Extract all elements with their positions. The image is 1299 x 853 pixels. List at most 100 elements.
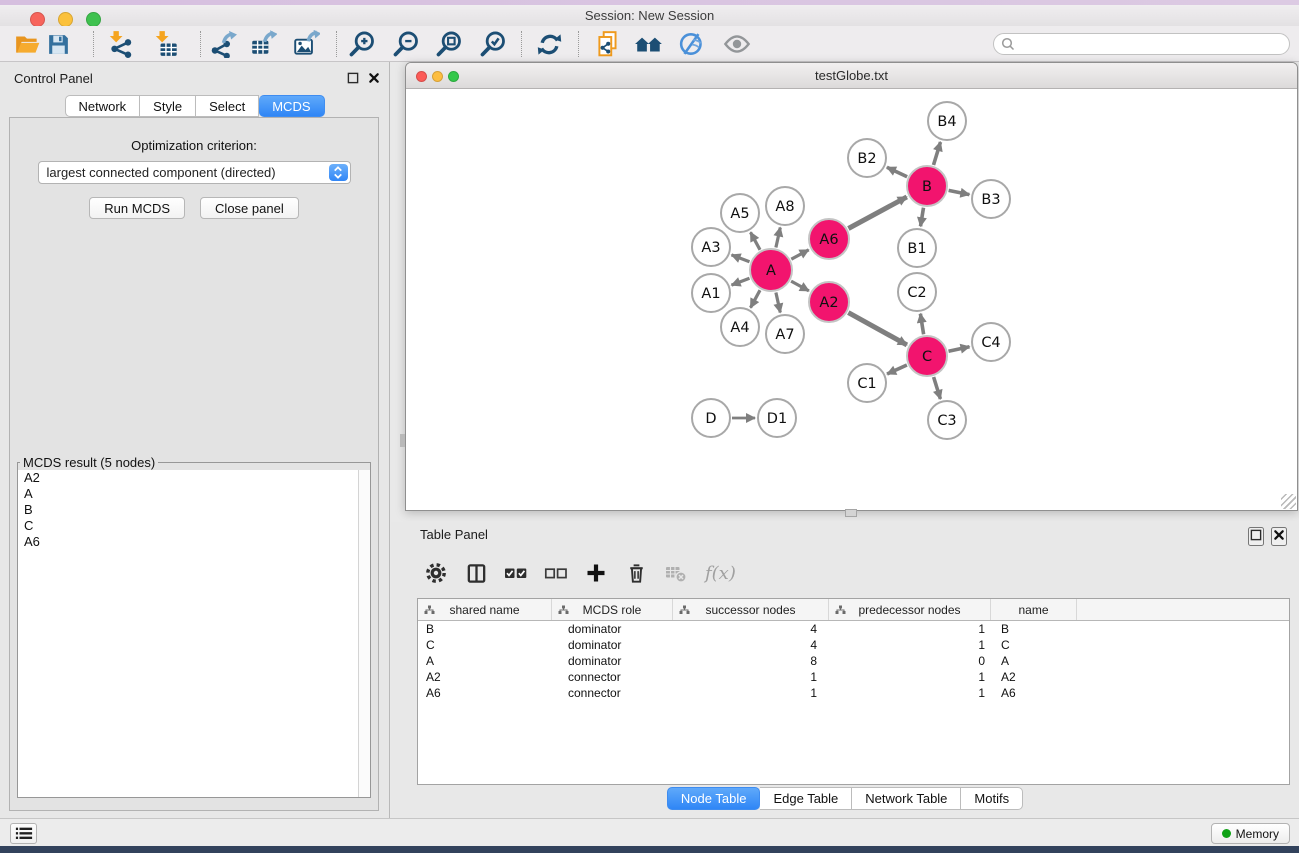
- zoom-fit-button[interactable]: [433, 28, 465, 60]
- unselect-all-button[interactable]: [543, 560, 569, 586]
- mcds-result-item[interactable]: A2: [18, 470, 370, 486]
- column-header-predecessor-nodes[interactable]: predecessor nodes: [829, 599, 991, 620]
- minimize-window-button[interactable]: [58, 12, 73, 27]
- table-settings-button[interactable]: [423, 560, 449, 586]
- graph-edge-B-B3[interactable]: [949, 190, 970, 194]
- function-builder-button[interactable]: f(x): [703, 560, 741, 586]
- export-table-button[interactable]: [247, 28, 279, 60]
- graph-node-label: C: [922, 349, 932, 365]
- graph-edge-A2-C[interactable]: [848, 313, 907, 345]
- export-network-button[interactable]: [207, 28, 239, 60]
- graph-edge-C-C2[interactable]: [920, 314, 923, 335]
- minimize-view-button[interactable]: [432, 71, 443, 82]
- graph-edge-A-A1[interactable]: [732, 278, 750, 285]
- column-header-name[interactable]: name: [991, 599, 1077, 620]
- scrollbar-track[interactable]: [358, 470, 370, 797]
- close-panel-button[interactable]: [367, 71, 381, 85]
- graph-edge-A-A3[interactable]: [732, 255, 750, 262]
- graph-edge-B-B2[interactable]: [887, 167, 907, 176]
- refresh-button[interactable]: [533, 28, 565, 60]
- run-mcds-button[interactable]: Run MCDS: [89, 197, 185, 219]
- tab-node-table[interactable]: Node Table: [667, 787, 761, 810]
- table-cell: connector: [552, 686, 673, 700]
- table-cell: A: [418, 654, 552, 668]
- trash-icon: [625, 562, 648, 585]
- graph-edge-A-A5[interactable]: [751, 232, 761, 250]
- column-header-successor-nodes[interactable]: successor nodes: [673, 599, 829, 620]
- scrollbar-stub-left[interactable]: [400, 434, 405, 447]
- table-cell: 1: [829, 686, 991, 700]
- mcds-result-item[interactable]: B: [18, 502, 370, 518]
- zoom-selected-button[interactable]: [477, 28, 509, 60]
- graph-edge-A-A2[interactable]: [791, 281, 809, 291]
- zoom-window-button[interactable]: [86, 12, 101, 27]
- scrollbar-stub-bottom[interactable]: [845, 509, 857, 517]
- tab-mcds[interactable]: MCDS: [259, 95, 324, 117]
- tab-network[interactable]: Network: [64, 95, 140, 117]
- mcds-result-item[interactable]: A6: [18, 534, 370, 550]
- close-panel-button-2[interactable]: Close panel: [200, 197, 299, 219]
- criterion-dropdown[interactable]: largest connected component (directed): [38, 161, 351, 184]
- export-image-button[interactable]: [290, 28, 322, 60]
- graph-edge-C-C1[interactable]: [887, 365, 907, 374]
- show-graphics-details-button[interactable]: [676, 28, 708, 60]
- zoom-out-icon: [392, 30, 420, 58]
- table-row[interactable]: Bdominator41B: [418, 621, 1289, 637]
- tab-network-table[interactable]: Network Table: [852, 787, 961, 810]
- mcds-result-item[interactable]: A: [18, 486, 370, 502]
- graph-edge-A-A6[interactable]: [791, 250, 808, 259]
- table-row[interactable]: A6connector11A6: [418, 685, 1289, 701]
- graph-edge-A-A7[interactable]: [776, 293, 780, 313]
- network-canvas[interactable]: AA2A6BCA1A3A4A5A7A8B1B2B3B4C1C2C3C4DD1: [406, 89, 1297, 510]
- control-panel-title: Control Panel: [14, 71, 93, 86]
- resize-grip[interactable]: [1281, 494, 1296, 509]
- graph-edge-B-B4[interactable]: [934, 142, 941, 165]
- show-column-button[interactable]: [463, 560, 489, 586]
- close-table-panel-button[interactable]: [1271, 527, 1287, 546]
- graph-edge-B-B1[interactable]: [921, 208, 924, 227]
- graph-edge-A-A8[interactable]: [776, 228, 780, 248]
- show-hide-button[interactable]: [721, 28, 753, 60]
- memory-button[interactable]: Memory: [1211, 823, 1290, 844]
- first-neighbors-button[interactable]: [633, 28, 665, 60]
- delete-table-icon: [663, 561, 689, 585]
- save-session-button[interactable]: [42, 28, 74, 60]
- delete-table-button[interactable]: [663, 560, 689, 586]
- table-cell: 1: [829, 622, 991, 636]
- delete-column-button[interactable]: [623, 560, 649, 586]
- mcds-result-list[interactable]: A2ABCA6: [18, 470, 370, 797]
- create-column-button[interactable]: [583, 560, 609, 586]
- float-panel-button[interactable]: [346, 71, 360, 85]
- zoom-in-button[interactable]: [346, 28, 378, 60]
- search-field[interactable]: [993, 33, 1290, 55]
- tab-select[interactable]: Select: [196, 95, 259, 117]
- table-row[interactable]: A2connector11A2: [418, 669, 1289, 685]
- network-window-titlebar[interactable]: testGlobe.txt: [406, 63, 1297, 89]
- graph-edge-A6-B[interactable]: [848, 197, 906, 229]
- float-table-panel-button[interactable]: [1248, 527, 1264, 546]
- mcds-result-item[interactable]: C: [18, 518, 370, 534]
- import-network-button[interactable]: [105, 28, 137, 60]
- tab-style[interactable]: Style: [140, 95, 196, 117]
- tab-motifs[interactable]: Motifs: [961, 787, 1023, 810]
- task-history-button[interactable]: [10, 823, 37, 844]
- tab-edge-table[interactable]: Edge Table: [760, 787, 852, 810]
- column-header-shared-name[interactable]: shared name: [418, 599, 552, 620]
- close-window-button[interactable]: [30, 12, 45, 27]
- table-row[interactable]: Cdominator41C: [418, 637, 1289, 653]
- column-header-mcds-role[interactable]: MCDS role: [552, 599, 673, 620]
- select-all-button[interactable]: [503, 560, 529, 586]
- open-session-button[interactable]: [12, 28, 44, 60]
- close-view-button[interactable]: [416, 71, 427, 82]
- import-table-button[interactable]: [151, 28, 183, 60]
- zoom-view-button[interactable]: [448, 71, 459, 82]
- graph-edge-C-C3[interactable]: [934, 377, 941, 399]
- zoom-out-button[interactable]: [390, 28, 422, 60]
- graph-edge-C-C4[interactable]: [949, 347, 970, 352]
- search-input[interactable]: [1016, 37, 1289, 51]
- table-row[interactable]: Adominator80A: [418, 653, 1289, 669]
- graph-edge-A-A4[interactable]: [751, 290, 761, 308]
- network-from-selection-button[interactable]: [592, 28, 624, 60]
- zoom-fit-icon: [435, 30, 463, 58]
- table-cell: 0: [829, 654, 991, 668]
